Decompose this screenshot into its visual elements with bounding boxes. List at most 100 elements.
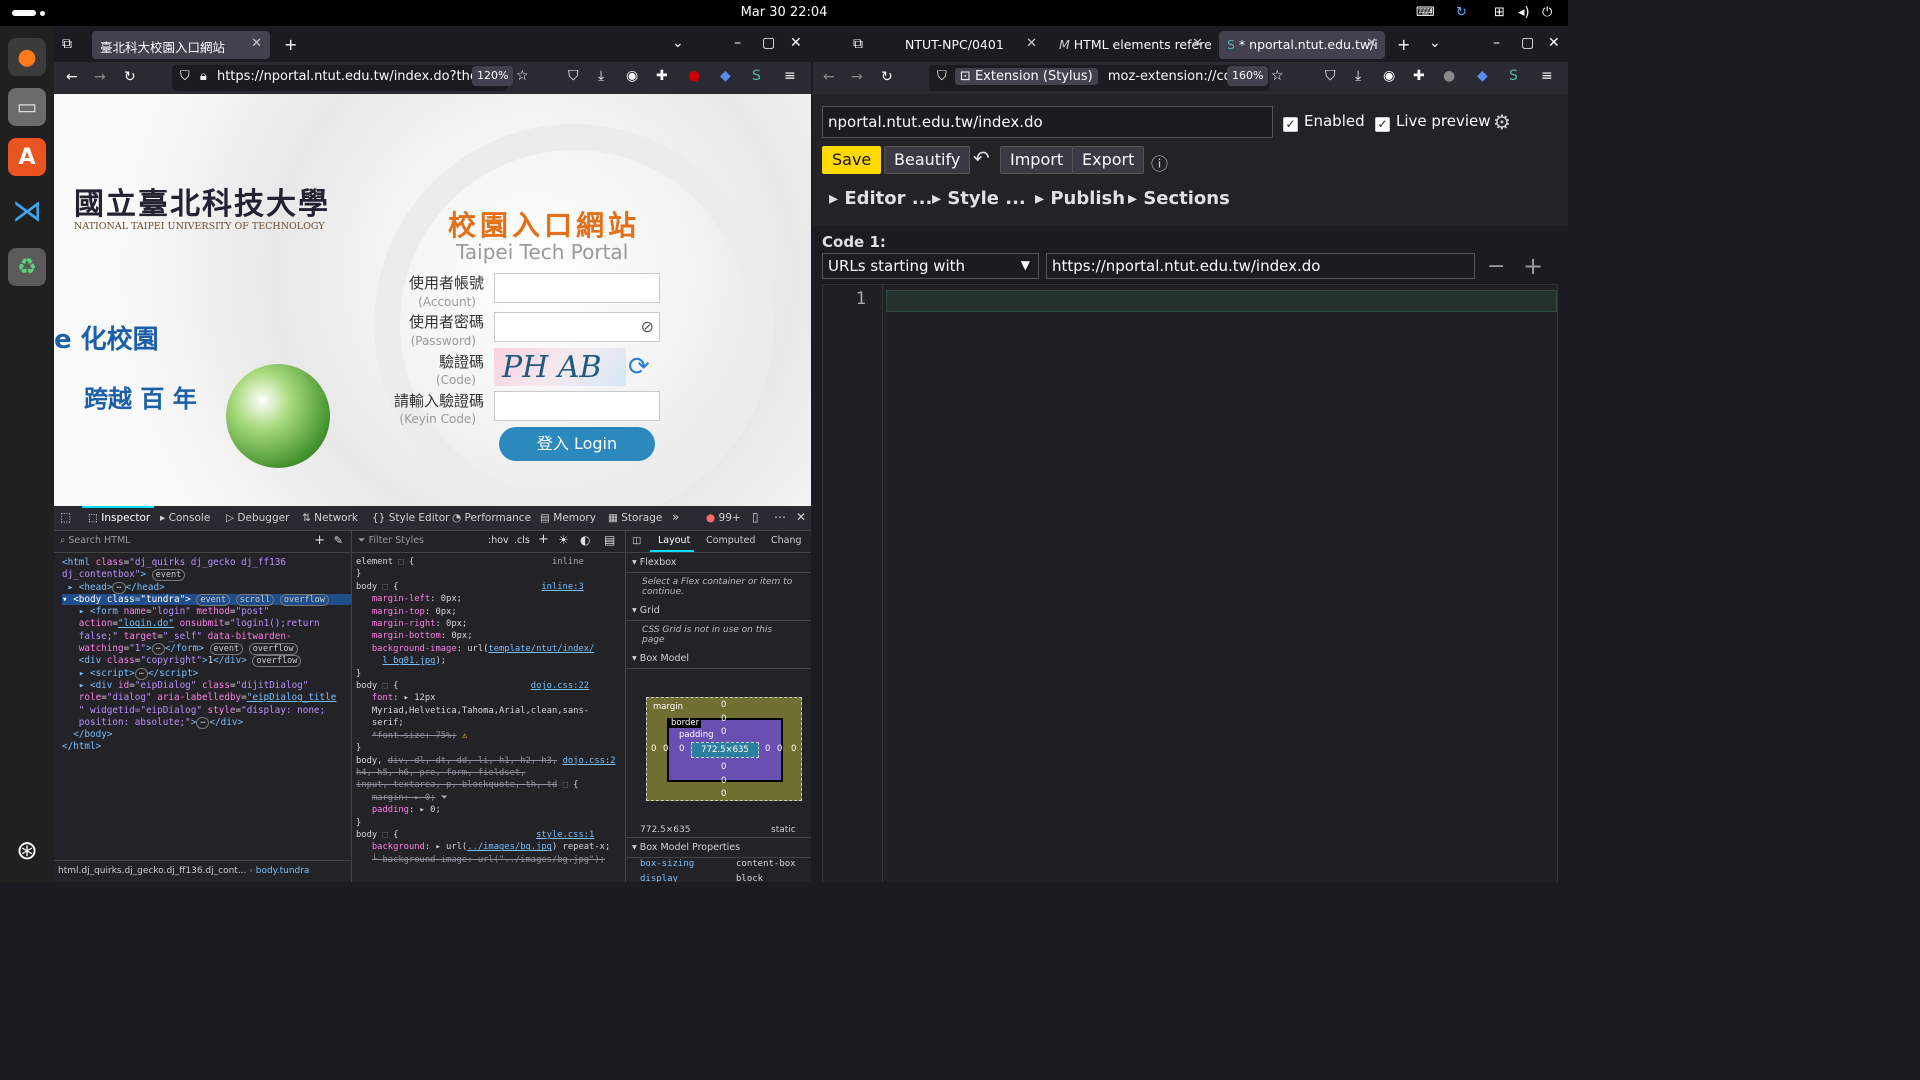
grid-section-header[interactable]: ▾ Grid xyxy=(626,601,811,621)
section-publish[interactable]: ▸ Publish xyxy=(1035,188,1125,209)
keyin-code-input[interactable] xyxy=(494,391,660,421)
cls-toggle[interactable]: .cls xyxy=(514,535,530,546)
code-editor[interactable]: 1 xyxy=(822,284,1558,882)
enabled-checkbox[interactable]: ✓ Enabled xyxy=(1283,112,1365,132)
settings-gear-icon[interactable]: ⚙ xyxy=(1493,110,1511,134)
current-line[interactable] xyxy=(886,290,1557,312)
beautify-button[interactable]: Beautify xyxy=(884,146,971,174)
tab-changes[interactable]: Chang xyxy=(771,535,802,546)
breadcrumb[interactable]: html.dj_quirks.dj_gecko.dj_ff136.dj_cont… xyxy=(54,860,351,882)
element-picker-icon[interactable]: ⬚ xyxy=(60,510,71,524)
close-window-icon[interactable]: ✕ xyxy=(1548,35,1560,51)
power-icon[interactable]: ⏻ xyxy=(1542,5,1552,20)
dock-side-icon[interactable]: ▯ xyxy=(752,510,759,524)
close-devtools-icon[interactable]: ✕ xyxy=(796,510,806,524)
shield-icon[interactable]: ⛉ xyxy=(180,69,190,84)
dark-scheme-icon[interactable]: ◐ xyxy=(580,533,590,547)
menu-icon[interactable]: ≡ xyxy=(1541,68,1553,84)
extension-badge[interactable]: ⊡ Extension (Stylus) xyxy=(954,68,1098,85)
stylus-icon[interactable]: S xyxy=(1509,68,1518,84)
section-editor[interactable]: ▸ Editor ... xyxy=(829,188,932,209)
app-center-icon[interactable]: A xyxy=(8,138,46,176)
login-button[interactable]: 登入 Login xyxy=(499,427,655,461)
account-icon[interactable]: ◉ xyxy=(626,68,638,84)
minimize-icon[interactable]: – xyxy=(734,35,741,51)
style-name-input[interactable]: nportal.ntut.edu.tw/index.do xyxy=(822,106,1273,138)
section-sections[interactable]: ▸ Sections xyxy=(1128,188,1230,209)
url-bar[interactable]: ⛉ 🔒︎ https://nportal.ntut.edu.tw/index.d… xyxy=(172,65,508,91)
captcha-refresh-icon[interactable]: ⟳ xyxy=(628,352,650,382)
shield-icon[interactable]: ⛉ xyxy=(937,69,947,84)
tab-network[interactable]: ⇅ Network xyxy=(302,512,358,524)
forward-icon[interactable]: → xyxy=(94,69,106,85)
tab-console[interactable]: ▸ Console xyxy=(160,512,210,524)
refresh-status-icon[interactable]: ↻ xyxy=(1456,5,1467,20)
tab-overview-icon[interactable]: ⧉ xyxy=(62,36,72,52)
ublock-icon[interactable]: ● xyxy=(688,68,700,84)
downloads-icon[interactable]: ⤓ xyxy=(1355,68,1361,84)
live-preview-checkbox[interactable]: ✓ Live preview xyxy=(1375,112,1491,132)
save-button[interactable]: Save xyxy=(822,146,882,174)
tab-computed[interactable]: Computed xyxy=(706,535,755,546)
light-scheme-icon[interactable]: ☀ xyxy=(558,533,569,547)
close-tab-icon[interactable]: ✕ xyxy=(1192,36,1203,51)
show-apps-icon[interactable]: ⊛ xyxy=(8,832,46,870)
keyboard-icon[interactable]: ⌨ xyxy=(1416,5,1435,20)
export-button[interactable]: Export xyxy=(1072,146,1145,174)
filter-styles-field[interactable]: ⏷ Filter Styles :hov .cls + ☀ ◐ ▤ xyxy=(352,531,625,553)
tab-list-chevron-icon[interactable]: ⌄ xyxy=(1429,35,1441,51)
maximize-icon[interactable]: ▢ xyxy=(1521,35,1534,51)
zoom-indicator[interactable]: 160% xyxy=(1227,66,1269,86)
tab-overview-icon[interactable]: ⧉ xyxy=(853,36,863,52)
account-input[interactable] xyxy=(494,273,660,303)
account-icon[interactable]: ◉ xyxy=(1383,68,1395,84)
new-tab-icon[interactable]: + xyxy=(284,35,297,54)
tab-html-elements[interactable]: M HTML elements refere ✕ xyxy=(1051,31,1211,59)
tab-memory[interactable]: ▤ Memory xyxy=(540,512,596,524)
tab-storage[interactable]: ▦ Storage xyxy=(608,512,662,524)
match-type-select[interactable]: URLs starting with ▼ xyxy=(822,253,1039,279)
tab-debugger[interactable]: ▷ Debugger xyxy=(226,512,289,524)
pocket-icon[interactable]: ⛉ xyxy=(568,68,579,84)
forward-icon[interactable]: → xyxy=(851,69,863,85)
vscode-icon[interactable]: ⋊ xyxy=(8,192,46,230)
bookmark-star-icon[interactable]: ☆ xyxy=(516,68,529,84)
markup-tree[interactable]: <html class="dj_quirks dj_gecko dj_ff136… xyxy=(54,553,351,754)
pocket-icon[interactable]: ⛉ xyxy=(1325,68,1336,84)
add-node-icon[interactable]: + xyxy=(314,533,325,548)
tab-layout[interactable]: Layout xyxy=(658,535,690,546)
devtools-menu-icon[interactable]: ⋯ xyxy=(774,510,786,524)
error-count-badge[interactable]: ● 99+ xyxy=(706,512,741,524)
flexbox-section-header[interactable]: ▾ Flexbox xyxy=(626,553,811,573)
minimize-icon[interactable]: – xyxy=(1493,35,1500,51)
back-icon[interactable]: ← xyxy=(66,69,78,85)
bitwarden-icon[interactable]: ◆ xyxy=(720,68,731,84)
clock[interactable]: Mar 30 22:04 xyxy=(0,5,1568,20)
lock-icon[interactable]: 🔒︎ xyxy=(200,69,207,84)
boxmodel-section-header[interactable]: ▾ Box Model xyxy=(626,649,811,669)
bitwarden-icon[interactable]: ◆ xyxy=(1477,68,1488,84)
zoom-indicator[interactable]: 120% xyxy=(472,66,514,86)
remove-section-icon[interactable]: − xyxy=(1487,254,1505,279)
print-media-icon[interactable]: ▤ xyxy=(604,533,615,547)
firefox-icon[interactable]: ● xyxy=(8,38,46,76)
match-url-input[interactable]: https://nportal.ntut.edu.tw/index.do xyxy=(1046,253,1475,279)
maximize-icon[interactable]: ▢ xyxy=(762,35,775,51)
box-model-diagram[interactable]: margin 0 border 0 padding 0 772.5×635 0 … xyxy=(646,697,802,801)
close-tab-icon[interactable]: ✕ xyxy=(1366,36,1377,51)
tab-portal[interactable]: 臺北科大校園入口網站 ✕ xyxy=(92,31,270,59)
close-tab-icon[interactable]: ✕ xyxy=(1026,36,1037,51)
undo-icon[interactable]: ↶ xyxy=(973,146,990,170)
new-tab-icon[interactable]: + xyxy=(1397,35,1410,54)
bookmark-star-icon[interactable]: ☆ xyxy=(1271,68,1284,84)
tab-stylus-editor[interactable]: S * nportal.ntut.edu.tw/i ✕ xyxy=(1219,31,1385,59)
hov-toggle[interactable]: :hov xyxy=(488,535,509,546)
downloads-icon[interactable]: ⤓ xyxy=(598,68,604,84)
toggle-sidebar-icon[interactable]: ◫ xyxy=(632,535,641,546)
menu-icon[interactable]: ≡ xyxy=(784,68,796,84)
url-bar[interactable]: ⛉ ⊡ Extension (Stylus) moz-extension://c… xyxy=(929,65,1269,91)
files-icon[interactable]: ▭ xyxy=(8,88,46,126)
close-window-icon[interactable]: ✕ xyxy=(790,35,802,51)
trash-icon[interactable]: ♻ xyxy=(8,248,46,286)
search-html-field[interactable]: ⌕ Search HTML + ✎ xyxy=(54,531,351,553)
